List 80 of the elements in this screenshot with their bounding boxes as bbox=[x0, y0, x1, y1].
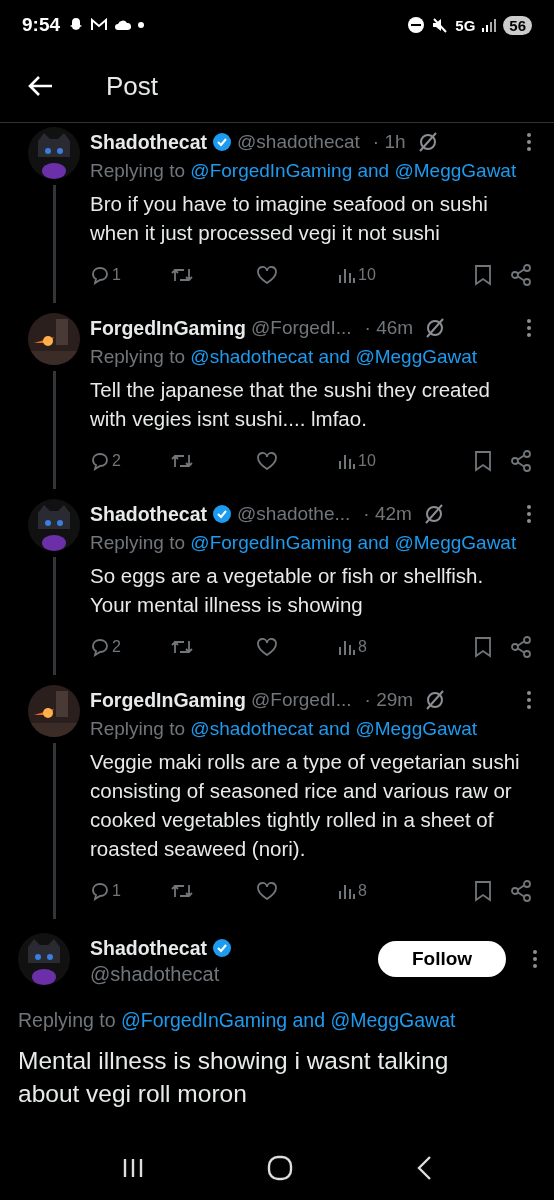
reply-icon bbox=[90, 881, 110, 901]
share-icon[interactable] bbox=[510, 264, 532, 286]
like-icon[interactable] bbox=[256, 881, 278, 901]
replying-to-text: Replying to @ForgedInGaming and @MeggGawat bbox=[90, 159, 518, 183]
post-text: Mental illness is showing i wasnt talking about vegi roll moron bbox=[18, 1046, 450, 1109]
author-name[interactable]: Shadothecat bbox=[90, 936, 208, 960]
reply-button[interactable]: 2 bbox=[90, 637, 170, 657]
post-text: So eggs are a vegetable or fish or shellfish. Your mental illness is showing bbox=[90, 563, 485, 618]
author-handle: @shadothecat bbox=[90, 963, 221, 986]
author-handle: @ForgedI... bbox=[251, 317, 352, 339]
page-title: Post bbox=[106, 70, 159, 102]
bookmark-icon[interactable] bbox=[474, 880, 492, 902]
replying-to-text: Replying to @ForgedInGaming and @MeggGawat bbox=[18, 1008, 457, 1033]
more-icon[interactable] bbox=[532, 949, 538, 969]
mention-link[interactable]: @shadothecat and @MeggGawat bbox=[190, 346, 478, 367]
mute-icon bbox=[431, 16, 450, 34]
reply-icon bbox=[90, 451, 110, 471]
slashed-circle-icon[interactable] bbox=[424, 689, 447, 711]
views-button[interactable]: 8 bbox=[338, 882, 367, 900]
views-button[interactable]: 10 bbox=[338, 452, 376, 470]
like-icon[interactable] bbox=[256, 265, 278, 285]
mail-icon bbox=[90, 18, 109, 32]
reply-icon bbox=[90, 637, 110, 657]
author-handle: @shadothecat bbox=[237, 131, 360, 153]
like-icon[interactable] bbox=[256, 637, 278, 657]
post-time: · 29m bbox=[364, 689, 414, 711]
reply-icon bbox=[90, 265, 110, 285]
post-text: Tell the japanese that the sushi they created with vegies isnt sushi.... lmfao. bbox=[90, 377, 491, 432]
post-text: Bro if you have to imagine seafood on sushi when it just processed vegi it not sushi bbox=[90, 191, 489, 246]
mention-link[interactable]: @shadothecat and @MeggGawat bbox=[190, 718, 478, 739]
signal-icon bbox=[481, 18, 498, 32]
views-icon bbox=[338, 452, 356, 470]
like-icon[interactable] bbox=[256, 451, 278, 471]
share-icon[interactable] bbox=[510, 450, 532, 472]
back-icon[interactable] bbox=[416, 1155, 433, 1181]
slashed-circle-icon[interactable] bbox=[416, 131, 439, 153]
home-icon[interactable] bbox=[267, 1155, 293, 1181]
views-icon bbox=[338, 638, 356, 656]
slashed-circle-icon[interactable] bbox=[422, 503, 445, 525]
post-time: · 46m bbox=[364, 317, 414, 339]
share-icon[interactable] bbox=[510, 636, 532, 658]
recent-apps-icon[interactable] bbox=[121, 1157, 144, 1179]
do-not-disturb-icon bbox=[407, 16, 426, 34]
network-label: 5G bbox=[455, 16, 476, 34]
more-icon[interactable] bbox=[526, 690, 532, 710]
views-icon bbox=[338, 882, 356, 900]
views-icon bbox=[338, 266, 356, 284]
replying-to-text: Replying to @shadothecat and @MeggGawat bbox=[90, 717, 479, 741]
author-handle: @ForgedI... bbox=[251, 689, 352, 711]
follow-button[interactable]: Follow bbox=[378, 941, 506, 977]
author-handle: @shadothe... bbox=[237, 503, 351, 525]
post-time: · 42m bbox=[363, 503, 412, 525]
replying-to-text: Replying to @ForgedInGaming and @MeggGawat bbox=[90, 531, 518, 555]
post-text: Veggie maki rolls are a type of vegetarian sushi consisting of seasoned rice and various raw or cooked vegetables tightly rolled in a sheet of roasted seaweed (nori). bbox=[90, 749, 521, 862]
dot-icon bbox=[138, 22, 145, 28]
mention-link[interactable]: @ForgedInGaming and @MeggGawat bbox=[190, 532, 517, 553]
reply-button[interactable]: 1 bbox=[90, 881, 170, 901]
mention-link[interactable]: @ForgedInGaming and @MeggGawat bbox=[190, 160, 517, 181]
mention-link[interactable]: @ForgedInGaming and @MeggGawat bbox=[121, 1009, 456, 1031]
more-icon[interactable] bbox=[526, 504, 532, 524]
bookmark-icon[interactable] bbox=[474, 450, 492, 472]
bookmark-icon[interactable] bbox=[474, 264, 492, 286]
author-name[interactable]: Shadothecat bbox=[90, 502, 208, 526]
author-name[interactable]: ForgedInGaming bbox=[90, 688, 246, 712]
bookmark-icon[interactable] bbox=[474, 636, 492, 658]
slashed-circle-icon[interactable] bbox=[424, 317, 447, 339]
more-icon[interactable] bbox=[526, 132, 532, 152]
more-icon[interactable] bbox=[526, 318, 532, 338]
reply-button[interactable]: 1 bbox=[90, 265, 170, 285]
status-time: 9:54 bbox=[22, 14, 61, 36]
views-button[interactable]: 8 bbox=[338, 638, 367, 656]
share-icon[interactable] bbox=[510, 880, 532, 902]
battery-badge: 56 bbox=[503, 15, 532, 35]
replying-to-text: Replying to @shadothecat and @MeggGawat bbox=[90, 345, 479, 369]
author-name[interactable]: ForgedInGaming bbox=[90, 316, 246, 340]
author-name[interactable]: Shadothecat bbox=[90, 130, 208, 154]
cloud-icon bbox=[114, 19, 133, 31]
views-button[interactable]: 10 bbox=[338, 266, 376, 284]
reply-button[interactable]: 2 bbox=[90, 451, 170, 471]
post-time: · 1h bbox=[372, 131, 406, 153]
